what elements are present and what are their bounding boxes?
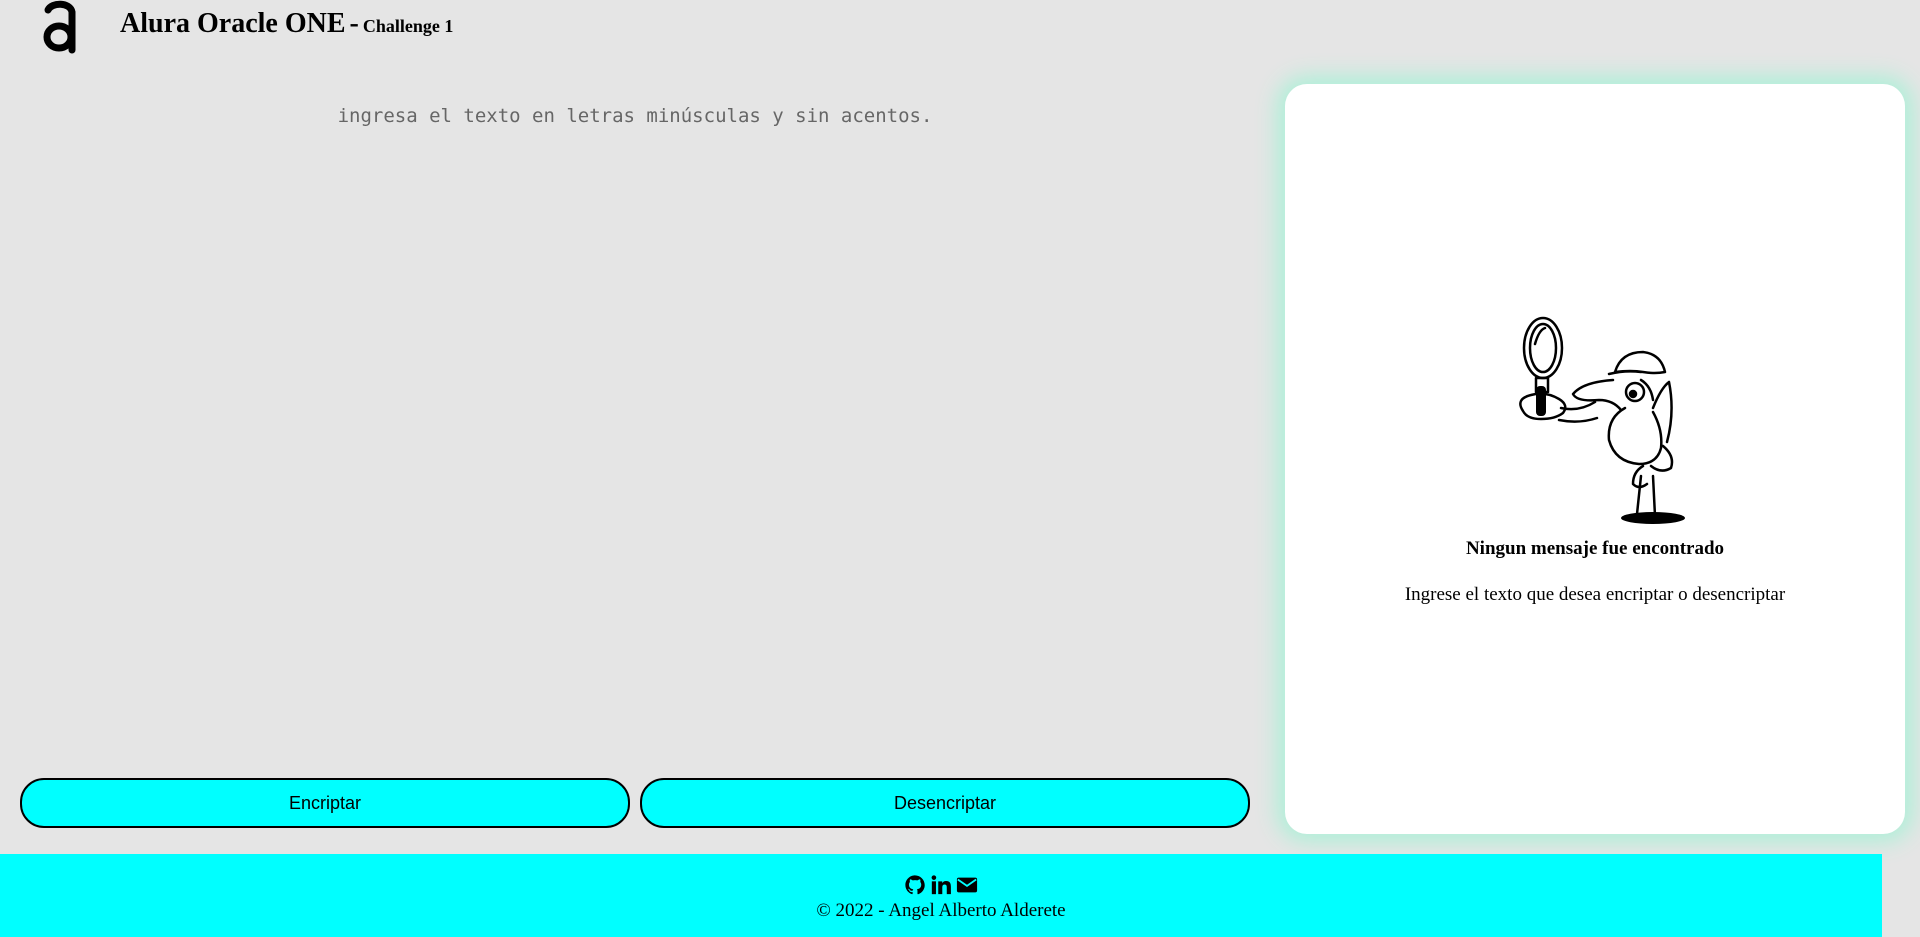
copyright-text: © 2022 - Angel Alberto Alderete	[816, 900, 1066, 921]
result-card: Ningun mensaje fue encontrado Ingrese el…	[1285, 84, 1905, 834]
detective-illustration-icon	[1519, 316, 1685, 524]
decrypt-button[interactable]: Desencriptar	[640, 778, 1250, 828]
email-icon[interactable]	[956, 874, 978, 896]
footer: © 2022 - Angel Alberto Alderete	[0, 854, 1882, 937]
social-links	[0, 874, 1882, 896]
linkedin-icon[interactable]	[930, 874, 952, 896]
message-input[interactable]	[20, 95, 1250, 745]
title-separator: -	[349, 8, 359, 39]
title-main: Alura Oracle ONE	[120, 8, 346, 39]
result-text: Ingrese el texto que desea encriptar o d…	[1404, 584, 1786, 605]
github-icon[interactable]	[904, 874, 926, 896]
encrypt-button[interactable]: Encriptar	[20, 778, 630, 828]
title-subtitle: Challenge 1	[362, 16, 454, 36]
alura-logo-icon[interactable]	[40, 0, 80, 54]
page: Alura Oracle ONE - Challenge 1 Encriptar…	[0, 0, 1920, 937]
page-title: Alura Oracle ONE - Challenge 1	[120, 8, 453, 40]
result-title: Ningun mensaje fue encontrado	[1465, 538, 1725, 559]
